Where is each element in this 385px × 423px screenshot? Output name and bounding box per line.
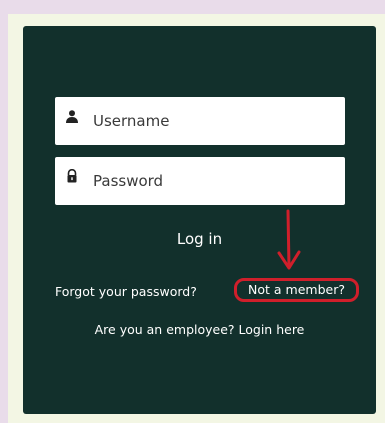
forgot-password-link[interactable]: Forgot your password? xyxy=(55,284,197,299)
employee-login-link[interactable]: Are you an employee? Login here xyxy=(23,322,376,337)
not-a-member-link[interactable]: Not a member? xyxy=(234,278,359,302)
lock-icon xyxy=(67,169,77,183)
password-input[interactable] xyxy=(93,157,333,205)
username-field[interactable] xyxy=(55,97,345,145)
username-input[interactable] xyxy=(93,97,333,145)
login-card: Log in Forgot your password? Not a membe… xyxy=(23,26,376,414)
password-field[interactable] xyxy=(55,157,345,205)
login-button[interactable]: Log in xyxy=(23,230,376,248)
user-icon xyxy=(66,110,78,123)
